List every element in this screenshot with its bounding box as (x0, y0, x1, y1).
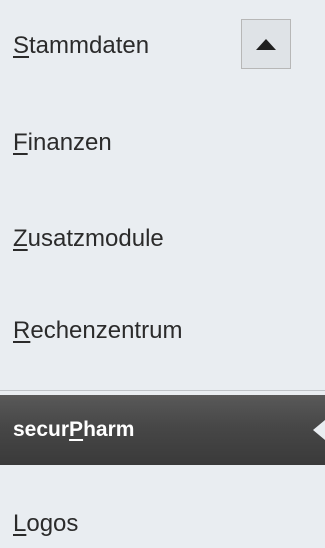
access-key: L (13, 510, 27, 537)
scroll-up-button[interactable] (241, 19, 291, 69)
triangle-up-icon (256, 38, 276, 50)
access-key: P (69, 418, 84, 441)
nav-item-securpharm[interactable]: securPharm (0, 395, 325, 465)
nav-item-label: Stammdaten (13, 32, 150, 59)
access-key: F (13, 129, 28, 156)
nav-item-finanzen[interactable]: Finanzen (0, 128, 325, 158)
nav-item-logos[interactable]: Logos (0, 509, 325, 539)
access-key: R (13, 317, 31, 344)
access-key: S (13, 32, 30, 59)
nav-item-label: Zusatzmodule (13, 225, 164, 252)
divider (0, 390, 325, 391)
triangle-left-icon (313, 420, 325, 440)
nav-item-label: Finanzen (13, 129, 112, 156)
nav-item-zusatzmodule[interactable]: Zusatzmodule (0, 224, 325, 254)
navigation-panel: Stammdaten Finanzen Zusatzmodule Rechenz… (0, 0, 325, 548)
nav-item-rechenzentrum[interactable]: Rechenzentrum (0, 316, 325, 346)
access-key: Z (13, 225, 28, 252)
nav-item-label: Logos (13, 510, 79, 537)
nav-item-label: Rechenzentrum (13, 317, 183, 344)
nav-item-label: securPharm (13, 418, 135, 441)
